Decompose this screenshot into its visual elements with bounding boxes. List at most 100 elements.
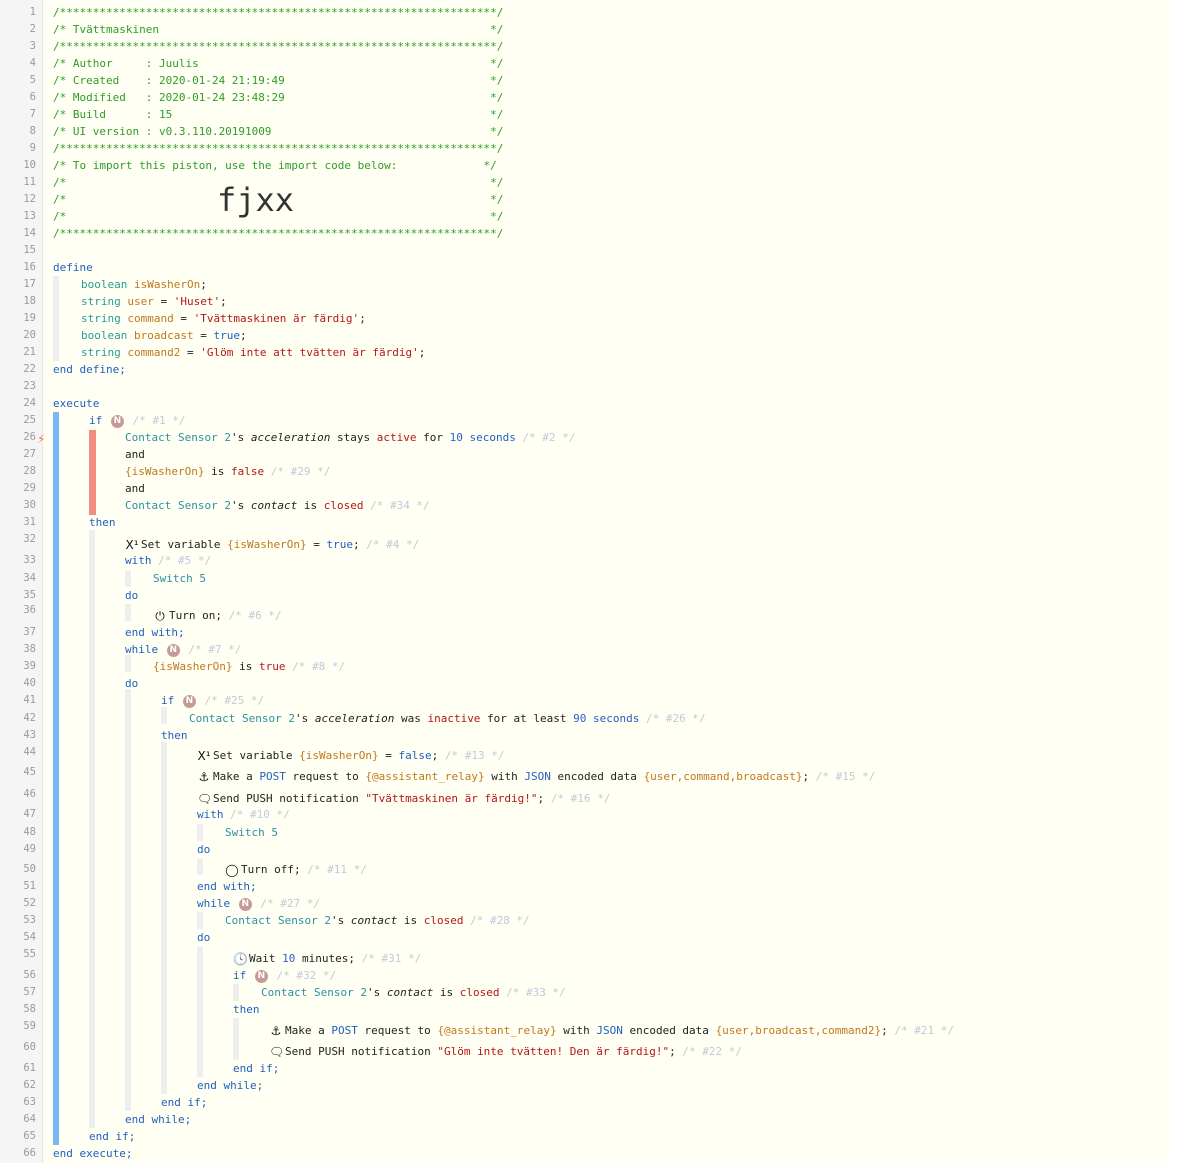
if-statement[interactable]: if N /* #32 */ [233,967,336,984]
power-on-icon: ⏻ [155,608,165,623]
code-line: /* To import this piston, use the import… [53,159,497,172]
device-line[interactable]: Switch 5 [225,824,278,841]
statement-line[interactable]: X¹ Set variable {isWasherOn} = true; /* #… [125,536,419,553]
code-editor: 1 2 3 4 5 6 7 8 9 10 11 12 13 14 15 16 17 18 19 20 21 22 23 24 2… [0,0,1170,1163]
line-number: 18 [23,295,36,307]
statement-line[interactable]: ⚓ Make a POST request to {@assistant_rela… [197,768,876,785]
code-line: then [89,516,116,529]
anchor-icon: ⚓ [198,769,210,784]
line-number: 2 [29,23,36,35]
line-number: 26 [23,431,36,443]
code-line[interactable]: with /* #10 */ [197,806,290,823]
while-statement[interactable]: while N /* #7 */ [125,641,241,658]
execute-block-bar [53,412,59,1145]
chat-bubble-icon: 🗨 [269,1044,285,1059]
code-line: end with; [197,880,257,893]
line-number: 51 [23,880,36,892]
code-line: /* Created : 2020-01-24 21:19:49 */ [53,74,504,87]
line-number: 59 [23,1020,36,1032]
line-number: 23 [23,380,36,392]
statement-line[interactable]: ⏻ Turn on; /* #6 */ [153,607,281,624]
not-badge[interactable]: N [238,897,252,911]
line-number: 4 [29,57,36,69]
chat-bubble-icon: 🗨 [197,791,213,806]
code-line: boolean broadcast = true; [81,329,247,342]
code-line: end if; [89,1130,136,1143]
code-line: string command = 'Tvättmaskinen är färdi… [81,312,366,325]
code-line: /* */ [53,193,504,206]
line-number: 50 [23,863,36,875]
line-number: 32 [23,533,36,545]
line-number: 33 [23,554,36,566]
condition-line[interactable]: {isWasherOn} is false /* #29 */ [125,463,330,480]
code-line: boolean isWasherOn; [81,278,207,291]
not-badge[interactable]: N [254,969,268,983]
not-badge[interactable]: N [166,643,180,657]
line-number: 56 [23,969,36,981]
line-number: 25 [23,414,36,426]
line-number: 39 [23,660,36,672]
line-number: 14 [23,227,36,239]
while-statement[interactable]: while N /* #27 */ [197,895,320,912]
statement-line[interactable]: X¹ Set variable {isWasherOn} = false; /* … [197,747,504,764]
not-badge[interactable]: N [182,694,196,708]
code-line: /* Modified : 2020-01-24 23:48:29 */ [53,91,504,104]
line-number: 52 [23,897,36,909]
code-line: end execute; [53,1147,133,1160]
code-line: execute [53,397,100,410]
line-number: 28 [23,465,36,477]
statement-line[interactable]: ⚓ Make a POST request to {@assistant_rela… [269,1022,954,1039]
code-line: do [197,843,211,856]
code-line: end define; [53,363,126,376]
code-line[interactable]: with /* #5 */ [125,552,211,569]
line-number: 30 [23,499,36,511]
line-number: 42 [23,712,36,724]
line-number: 61 [23,1062,36,1074]
line-number: 46 [23,788,36,800]
line-number: 21 [23,346,36,358]
code-line: /* Author : Juulis */ [53,57,504,70]
line-number: 65 [23,1130,36,1142]
condition-line[interactable]: {isWasherOn} is true /* #8 */ [153,658,345,675]
line-number: 17 [23,278,36,290]
line-number: 60 [23,1041,36,1053]
if-statement[interactable]: if N /* #25 */ [161,692,264,709]
code-line: then [161,729,188,742]
clock-icon: 🕓 [233,951,248,966]
condition-line[interactable]: Contact Sensor 2's contact is closed /* … [125,497,430,514]
line-number: 10 [23,159,36,171]
condition-line[interactable]: Contact Sensor 2's contact is closed /* … [261,984,566,1001]
statement-line[interactable]: 🕓Wait 10 minutes; /* #31 */ [233,950,421,967]
condition-bar [89,430,96,515]
line-number: 12 [23,193,36,205]
code-line: /* */ [53,210,504,223]
code-line: /* Build : 15 */ [53,108,504,121]
line-number: 1 [29,6,36,18]
statement-line[interactable]: 🗨Send PUSH notification "Glöm inte tvätt… [269,1043,742,1060]
statement-line[interactable]: 🗨Send PUSH notification "Tvättmaskinen ä… [197,790,610,807]
line-number: 6 [29,91,36,103]
line-number: 62 [23,1079,36,1091]
line-number: 8 [29,125,36,137]
code-line: end while; [125,1113,192,1126]
line-number: 41 [23,694,36,706]
condition-line[interactable]: Contact Sensor 2's acceleration stays ac… [125,429,575,446]
code-line: do [197,931,211,944]
code-line: /* UI version : v0.3.110.20191009 */ [53,125,504,138]
code-line: then [233,1003,260,1016]
line-number: 11 [23,176,36,188]
line-number: 40 [23,677,36,689]
device-line[interactable]: Switch 5 [153,570,206,587]
code-line: and [125,482,145,495]
line-number: 36 [23,604,36,616]
if-statement[interactable]: if N /* #1 */ [89,412,185,429]
code-line: end while; [197,1079,264,1092]
line-number: 54 [23,931,36,943]
condition-line[interactable]: Contact Sensor 2's contact is closed /* … [225,912,530,929]
condition-line[interactable]: Contact Sensor 2's acceleration was inac… [189,710,706,727]
statement-line[interactable]: ◯ Turn off; /* #11 */ [225,861,367,878]
line-number: 16 [23,261,36,273]
line-number: 57 [23,986,36,998]
not-badge[interactable]: N [110,414,124,428]
line-number: 58 [23,1003,36,1015]
